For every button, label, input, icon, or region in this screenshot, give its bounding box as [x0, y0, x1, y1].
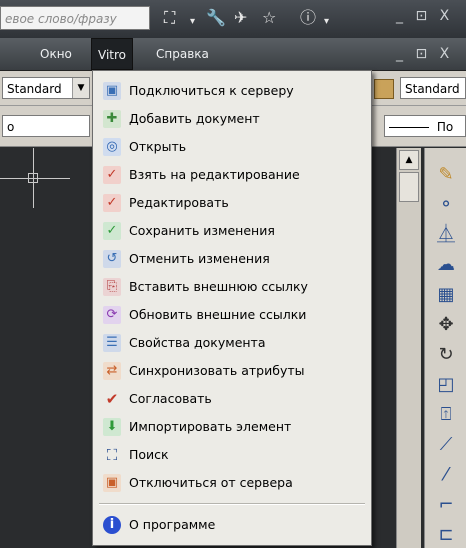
menu-item-label: Подключиться к серверу — [129, 83, 294, 98]
menu-item-label: Отключиться от сервера — [129, 475, 293, 490]
linetype-preview — [389, 127, 429, 128]
menu-item-label: Согласовать — [129, 391, 212, 406]
chevron-down-icon[interactable]: ▼ — [72, 78, 89, 98]
menu-item-save-changes[interactable]: ✓ Сохранить изменения — [93, 217, 371, 245]
menu-item-label: О программе — [129, 517, 216, 532]
import-element-icon: ⬇ — [103, 418, 121, 436]
menu-item-label: Редактировать — [129, 195, 229, 210]
copy-icon[interactable]: ⚬ — [433, 192, 459, 218]
vitro-menu-dropdown: ▣ Подключиться к серверу ✚ Добавить доку… — [92, 70, 372, 546]
document-properties-icon: ☰ — [103, 334, 121, 352]
menu-item-open[interactable]: ◎ Открыть — [93, 133, 371, 161]
menu-item-label: Отменить изменения — [129, 251, 270, 266]
dim-style-combo[interactable]: Standard — [400, 77, 466, 99]
offset-icon[interactable]: ☁ — [433, 252, 459, 278]
menu-help[interactable]: Справка — [150, 38, 215, 70]
dim-style-value: Standard — [405, 82, 460, 96]
update-xrefs-icon: ⟳ — [103, 306, 121, 324]
sync-attributes-icon: ⇄ — [103, 362, 121, 380]
menu-item-search[interactable]: ⛶ Поиск — [93, 441, 371, 469]
binoculars-icon[interactable]: ⛶ — [164, 8, 175, 28]
layer-combo[interactable]: o — [2, 115, 90, 137]
array-icon[interactable]: ▦ — [433, 282, 459, 308]
star-icon[interactable]: ☆ — [262, 8, 276, 28]
stretch-icon[interactable]: ⍐ — [433, 402, 459, 428]
rotate-icon[interactable]: ↻ — [433, 342, 459, 368]
linetype-combo[interactable]: По — [384, 115, 466, 137]
menu-bar: Окно Vitro Справка _ ⊡ X — [0, 38, 466, 71]
help-icon[interactable]: ⓘ — [300, 8, 316, 28]
extend-icon[interactable]: ⁄ — [433, 462, 459, 488]
trim-icon[interactable]: ⟋ — [433, 432, 459, 458]
erase-icon[interactable]: ✎ — [433, 162, 459, 188]
menu-item-about[interactable]: i О программе — [93, 511, 371, 539]
search-input[interactable]: евое слово/фразу — [0, 6, 150, 30]
break-icon[interactable]: ⌐ — [433, 492, 459, 518]
text-style-combo[interactable]: Standard ▼ — [2, 77, 90, 99]
menu-item-sync-attributes[interactable]: ⇄ Синхронизовать атрибуты — [93, 357, 371, 385]
crosshair-pickbox — [28, 173, 38, 183]
satellite-icon[interactable]: ✈ — [234, 8, 247, 28]
menu-item-add-document[interactable]: ✚ Добавить документ — [93, 105, 371, 133]
about-icon: i — [103, 516, 121, 534]
scale-icon[interactable]: ◰ — [433, 372, 459, 398]
menu-item-label: Синхронизовать атрибуты — [129, 363, 305, 378]
menu-item-label: Импортировать элемент — [129, 419, 292, 434]
linetype-value: По — [436, 120, 454, 134]
title-search-bar: евое слово/фразу ⛶ ▾ 🔧 ✈ ☆ ⓘ ▾ _ ⊡ X — [0, 0, 466, 38]
help-dropdown-icon[interactable]: ▾ — [324, 12, 329, 32]
menu-item-document-properties[interactable]: ☰ Свойства документа — [93, 329, 371, 357]
cancel-changes-icon: ↺ — [103, 250, 121, 268]
edit-icon: ✓ — [103, 194, 121, 212]
menu-item-label: Взять на редактирование — [129, 167, 300, 182]
document-window-controls[interactable]: _ ⊡ X — [396, 46, 453, 62]
menu-item-label: Открыть — [129, 139, 187, 154]
wrench-icon[interactable]: 🔧 — [206, 8, 226, 28]
mirror-icon[interactable]: ⏅ — [433, 222, 459, 248]
menu-vitro[interactable]: Vitro — [91, 38, 133, 70]
menu-item-label: Обновить внешние ссылки — [129, 307, 307, 322]
menu-item-checkout[interactable]: ✓ Взять на редактирование — [93, 161, 371, 189]
modify-toolbar: ✎ ⚬ ⏅ ☁ ▦ ✥ ↻ ◰ ⍐ ⟋ ⁄ ⌐ ⊏ — [424, 148, 466, 548]
vertical-scrollbar[interactable]: ▲ — [396, 148, 421, 548]
app-window-controls[interactable]: _ ⊡ X — [396, 8, 453, 24]
menu-window[interactable]: Окно — [34, 38, 78, 70]
menu-item-import-element[interactable]: ⬇ Импортировать элемент — [93, 413, 371, 441]
menu-item-label: Свойства документа — [129, 335, 266, 350]
menu-item-label: Сохранить изменения — [129, 223, 275, 238]
menu-item-label: Вставить внешнюю ссылку — [129, 279, 308, 294]
checkout-edit-icon: ✓ — [103, 166, 121, 184]
scroll-up-icon[interactable]: ▲ — [399, 150, 419, 170]
approve-icon: ✔ — [105, 390, 119, 408]
menu-item-label: Поиск — [129, 447, 169, 462]
menu-item-edit[interactable]: ✓ Редактировать — [93, 189, 371, 217]
menu-item-update-xrefs[interactable]: ⟳ Обновить внешние ссылки — [93, 301, 371, 329]
search-binoculars-icon: ⛶ — [106, 446, 118, 464]
menu-item-label: Добавить документ — [129, 111, 260, 126]
chevron-down-icon[interactable]: ▾ — [190, 12, 195, 32]
join-icon[interactable]: ⊏ — [433, 522, 459, 548]
insert-xref-icon: ⎘ — [103, 278, 121, 296]
menu-separator — [99, 503, 365, 505]
text-style-value: Standard — [7, 82, 62, 96]
layer-value: o — [7, 120, 15, 134]
menu-item-insert-xref[interactable]: ⎘ Вставить внешнюю ссылку — [93, 273, 371, 301]
scroll-thumb[interactable] — [399, 172, 419, 202]
server-connect-icon: ▣ — [103, 82, 121, 100]
add-document-icon: ✚ — [103, 110, 121, 128]
dimstyle-icon[interactable] — [374, 79, 394, 99]
move-icon[interactable]: ✥ — [433, 312, 459, 338]
menu-item-cancel-changes[interactable]: ↺ Отменить изменения — [93, 245, 371, 273]
menu-item-connect-server[interactable]: ▣ Подключиться к серверу — [93, 77, 371, 105]
menu-item-approve[interactable]: ✔ Согласовать — [93, 385, 371, 413]
save-changes-icon: ✓ — [103, 222, 121, 240]
open-search-icon: ◎ — [103, 138, 121, 156]
menu-item-disconnect-server[interactable]: ▣ Отключиться от сервера — [93, 469, 371, 497]
server-disconnect-icon: ▣ — [103, 474, 121, 492]
